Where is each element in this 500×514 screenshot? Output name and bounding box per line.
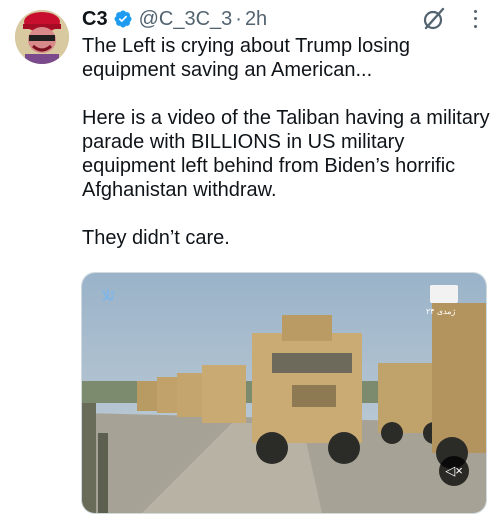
timestamp[interactable]: 2h — [245, 8, 267, 31]
channel-logo — [430, 285, 458, 303]
user-handle[interactable]: @C_3C_3 — [139, 8, 233, 31]
tweet-text: The Left is crying about Trump losing eq… — [82, 34, 494, 250]
channel-watermark: ئلا — [102, 287, 115, 303]
tweet-paragraph: They didn’t care. — [82, 227, 230, 249]
verified-badge-icon[interactable] — [113, 9, 133, 29]
more-dot — [473, 10, 477, 14]
avatar-image — [15, 10, 69, 64]
display-name[interactable]: C3 — [82, 8, 108, 31]
video-player[interactable]: ئلا ژمدی ۲۴ ◁× — [81, 272, 487, 514]
tweet-paragraph: Here is a video of the Taliban having a … — [82, 107, 490, 201]
separator-dot: · — [235, 7, 242, 30]
more-dot — [473, 24, 477, 28]
channel-text: ژمدی ۲۴ — [426, 307, 456, 316]
tweet-header: C3 @C_3C_3 · 2h — [82, 6, 267, 32]
grok-icon[interactable] — [421, 6, 447, 32]
volume-muted-icon[interactable]: ◁× — [439, 456, 469, 486]
tweet-paragraph: The Left is crying about Trump losing eq… — [82, 35, 410, 81]
avatar[interactable] — [15, 10, 69, 64]
more-dot — [473, 17, 477, 21]
more-icon[interactable] — [468, 8, 482, 30]
